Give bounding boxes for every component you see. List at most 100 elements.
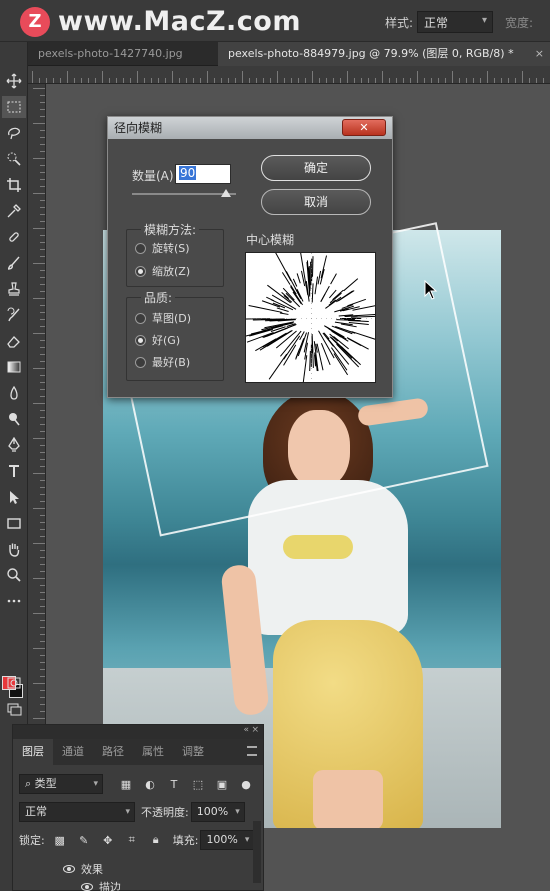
move-tool-icon[interactable] [2,70,26,92]
ruler-tick [312,71,313,83]
chevron-down-icon: ▾ [481,15,487,26]
dialog-title-bar[interactable]: 径向模糊 ✕ [108,117,392,139]
tab-channels[interactable]: 通道 [53,739,93,765]
eyedropper-tool-icon[interactable] [2,200,26,222]
blur-streak [316,343,324,371]
tab-paths[interactable]: 路径 [93,739,133,765]
ruler-tick [40,200,45,201]
marquee-tool-icon[interactable] [2,96,26,118]
watermark: Z www.MacZ.com [20,6,301,37]
chevron-down-icon: ▾ [244,835,250,845]
radio-button[interactable] [135,265,146,277]
blend-mode-select[interactable]: 正常 ▾ [19,802,135,822]
tab-photo-884979[interactable]: pexels-photo-884979.jpg @ 79.9% (图层 0, R… [218,42,550,66]
radio-button[interactable] [135,334,146,346]
path-selection-tool-icon[interactable] [2,486,26,508]
type-filter-icon[interactable]: T [165,775,183,793]
quick-select-tool-icon[interactable] [2,148,26,170]
history-brush-tool-icon[interactable] [2,304,26,326]
blur-streak [311,283,314,303]
radio-draft[interactable]: 草图(D) [135,310,191,326]
panel-header[interactable]: « × [13,725,263,739]
filter-toggle-icon[interactable]: ● [237,775,255,793]
style-select[interactable]: 正常 ▾ [417,11,493,33]
fill-input[interactable]: 100% ▾ [200,830,255,850]
ruler-tick [130,78,131,83]
close-icon[interactable]: × [535,42,544,66]
stroke-effect-row[interactable]: 描边 [81,879,121,891]
screen-mode-icon[interactable] [2,698,26,720]
opacity-input[interactable]: 100% ▾ [190,802,245,822]
lasso-tool-icon[interactable] [2,122,26,144]
radio-good[interactable]: 好(G) [135,332,180,348]
adjustment-filter-icon[interactable]: ◐ [141,775,159,793]
tab-adjustments[interactable]: 调整 [173,739,213,765]
panel-menu-icon[interactable] [247,746,257,756]
tab-properties[interactable]: 属性 [133,739,173,765]
cancel-button[interactable]: 取消 [261,189,371,215]
close-button[interactable]: ✕ [342,119,386,136]
close-icon[interactable]: × [251,725,259,735]
lock-artboard-icon[interactable]: ⌗ [123,831,141,849]
rectangle-tool-icon[interactable] [2,512,26,534]
ok-button[interactable]: 确定 [261,155,371,181]
eye-icon[interactable] [63,865,75,873]
ruler-tick [116,78,117,83]
radio-spin[interactable]: 旋转(S) [135,240,190,256]
ruler-tick [67,71,68,83]
amount-slider-handle[interactable] [220,189,231,197]
search-icon: ⌕ [25,777,35,790]
collapse-icon[interactable]: « [243,725,249,735]
lock-position-icon[interactable]: ✥ [99,831,117,849]
tab-layers[interactable]: 图层 [13,739,53,765]
clone-stamp-tool-icon[interactable] [2,278,26,300]
ruler-tick [40,242,45,243]
brush-tool-icon[interactable] [2,252,26,274]
ruler-tick [459,78,460,83]
ruler-tick [375,78,376,83]
panel-scrollbar[interactable] [253,821,261,883]
ruler-tick [40,249,45,250]
pixel-filter-icon[interactable]: ▦ [117,775,135,793]
stroke-label: 描边 [99,881,121,891]
radio-label: 旋转(S) [152,242,190,255]
blur-tool-icon[interactable] [2,382,26,404]
layer-filter-select[interactable]: ⌕ 类型 ▾ [19,774,103,794]
shape-filter-icon[interactable]: ⬚ [189,775,207,793]
blur-center-preview[interactable] [245,252,376,383]
radio-button[interactable] [135,242,146,254]
lock-all-icon[interactable]: 🔒︎ [147,831,165,849]
ruler-tick [40,410,45,411]
ruler-tick [431,78,432,83]
zoom-tool-icon[interactable] [2,564,26,586]
radio-best[interactable]: 最好(B) [135,354,190,370]
quick-mask-icon[interactable] [2,672,26,694]
radio-button[interactable] [135,356,146,368]
eye-icon[interactable] [81,883,93,891]
gradient-tool-icon[interactable] [2,356,26,378]
hand-tool-icon[interactable] [2,538,26,560]
ruler-tick [186,78,187,83]
eraser-tool-icon[interactable] [2,330,26,352]
smart-object-filter-icon[interactable]: ▣ [213,775,231,793]
layer-effects-row[interactable]: 效果 [63,861,103,877]
healing-brush-tool-icon[interactable] [2,226,26,248]
ruler-tick [33,613,45,614]
dodge-tool-icon[interactable] [2,408,26,430]
type-tool-icon[interactable] [2,460,26,482]
ruler-tick [40,361,45,362]
radio-zoom[interactable]: 缩放(Z) [135,263,190,279]
ruler-tick [40,319,45,320]
radio-button[interactable] [135,312,146,324]
ruler-tick [515,78,516,83]
tab-photo-1427740[interactable]: pexels-photo-1427740.jpg [28,42,218,66]
amount-input[interactable]: 90 [175,164,231,184]
lock-pixels-icon[interactable]: ✎ [75,831,93,849]
pen-tool-icon[interactable] [2,434,26,456]
lock-transparency-icon[interactable]: ▩ [51,831,69,849]
crop-tool-icon[interactable] [2,174,26,196]
ruler-tick [40,536,45,537]
more-tools-icon[interactable] [2,590,26,612]
radial-blur-dialog: 径向模糊 ✕ 数量(A): 90 确定 取消 模糊方法: 旋转(S) 缩放(Z)… [107,116,438,398]
ruler-tick [40,592,45,593]
